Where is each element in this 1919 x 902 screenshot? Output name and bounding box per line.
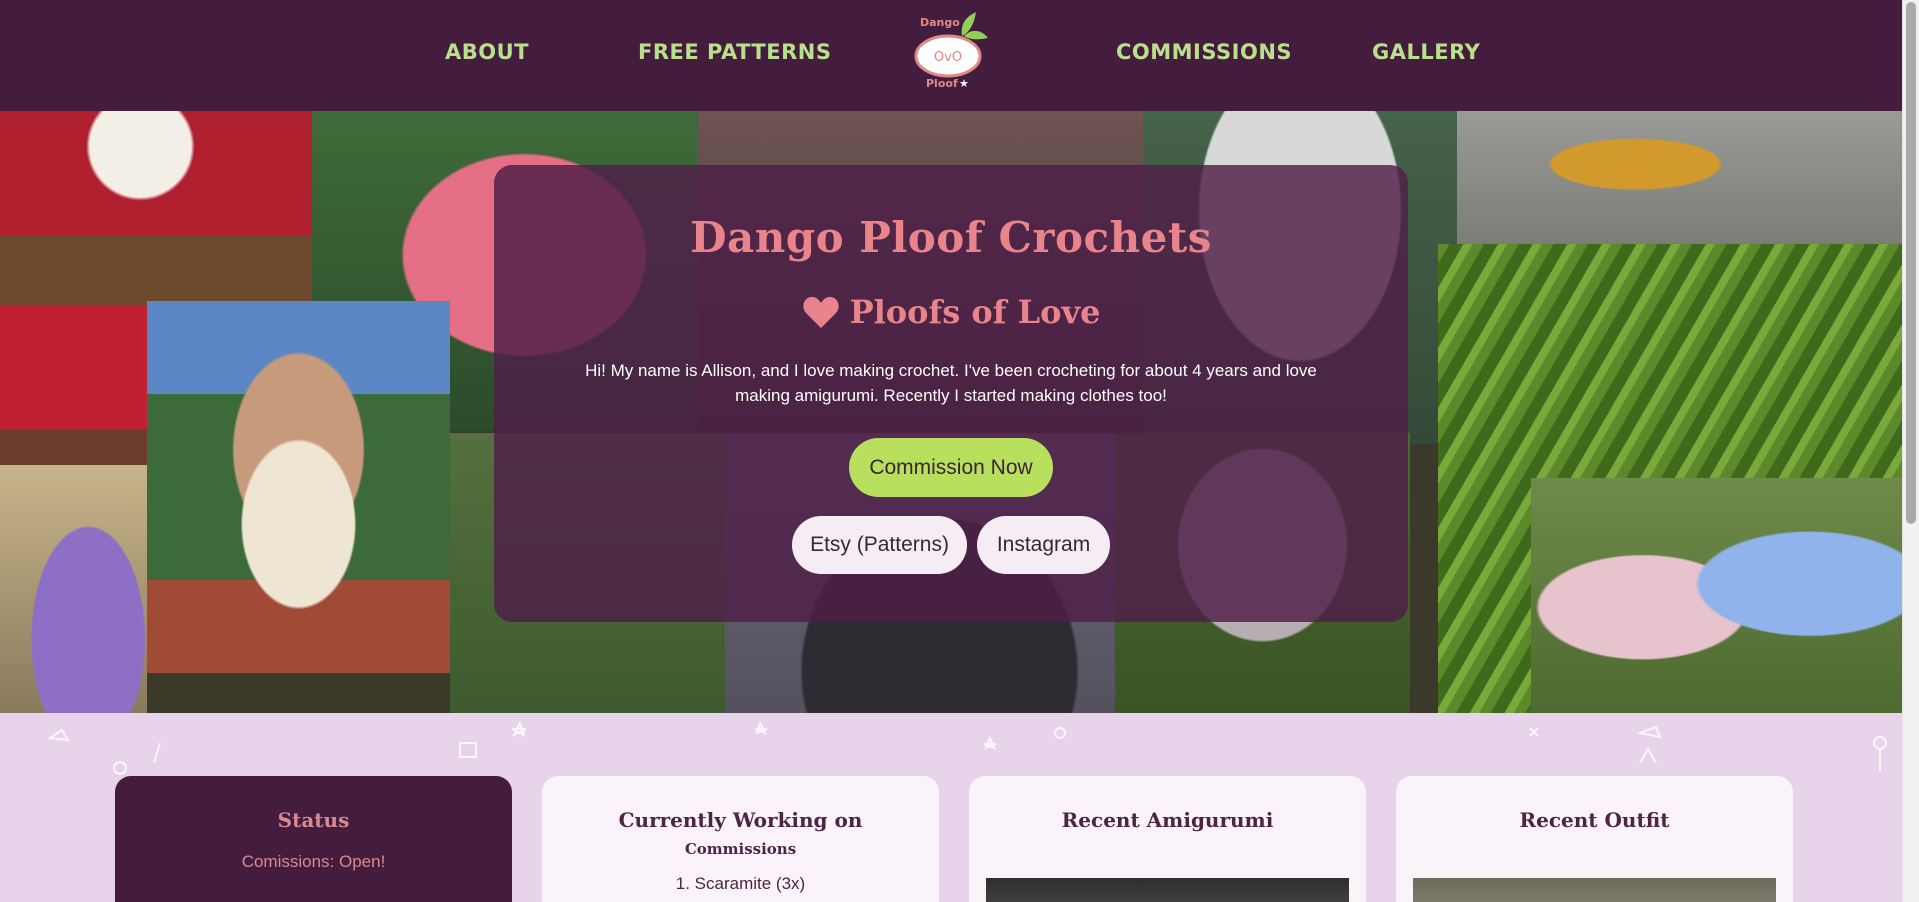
status-card-title: Status <box>277 808 350 832</box>
currently-working-card: Currently Working on Commissions 1. Scar… <box>542 776 939 902</box>
status-card: Status Comissions: Open! <box>115 776 512 902</box>
hero-intro-text: Hi! My name is Allison, and I love makin… <box>585 361 1317 405</box>
currently-working-item: 1. Scaramite (3x) <box>675 874 806 893</box>
logo-bottom-text: Ploof <box>926 77 958 90</box>
nav-gallery[interactable]: GALLERY <box>1372 40 1480 64</box>
hero-subtitle-row: Ploofs of Love <box>494 293 1408 331</box>
photo-reindeer <box>147 301 450 673</box>
recent-amigurumi-card: Recent Amigurumi <box>969 776 1366 902</box>
hero-title: Dango Ploof Crochets <box>690 213 1212 262</box>
currently-working-subtitle: Commissions <box>684 840 797 858</box>
nav-commissions[interactable]: COMMISSIONS <box>1116 40 1292 64</box>
heart-icon <box>802 296 839 328</box>
info-cards-section: Status Comissions: Open! Currently Worki… <box>0 713 1903 902</box>
instagram-button[interactable]: Instagram <box>977 516 1110 574</box>
photo-penguins <box>1531 478 1903 713</box>
status-text: Comissions: Open! <box>241 852 386 871</box>
recent-outfit-card: Recent Outfit <box>1396 776 1793 902</box>
etsy-patterns-button[interactable]: Etsy (Patterns) <box>792 516 967 574</box>
photo-gold-figure <box>1457 111 1903 244</box>
top-navigation: ABOUT FREE PATTERNS Dango OvO Ploof ★ CO… <box>0 0 1903 111</box>
logo-face: OvO <box>934 50 962 65</box>
star-icon: ★ <box>959 77 969 90</box>
commission-now-button[interactable]: Commission Now <box>849 438 1053 497</box>
currently-working-title: Currently Working on <box>618 808 863 832</box>
hero-section: Dango Ploof Crochets Ploofs of Love Hi! … <box>0 111 1903 713</box>
logo-top-text: Dango <box>920 16 960 29</box>
recent-amigurumi-image[interactable] <box>986 878 1349 902</box>
photo-purple-creature <box>0 465 147 713</box>
recent-outfit-title: Recent Outfit <box>1519 808 1670 832</box>
page-scrollbar[interactable] <box>1902 0 1919 902</box>
hero-subtitle: Ploofs of Love <box>849 293 1101 331</box>
recent-outfit-image[interactable] <box>1413 878 1776 902</box>
recent-amigurumi-title: Recent Amigurumi <box>1061 808 1274 832</box>
nav-free-patterns[interactable]: FREE PATTERNS <box>638 40 831 64</box>
nav-about[interactable]: ABOUT <box>445 40 529 64</box>
hero-card: Dango Ploof Crochets Ploofs of Love Hi! … <box>494 165 1408 622</box>
dango-ploof-logo[interactable]: Dango OvO Ploof ★ <box>910 8 990 92</box>
scrollbar-thumb[interactable] <box>1906 2 1916 524</box>
